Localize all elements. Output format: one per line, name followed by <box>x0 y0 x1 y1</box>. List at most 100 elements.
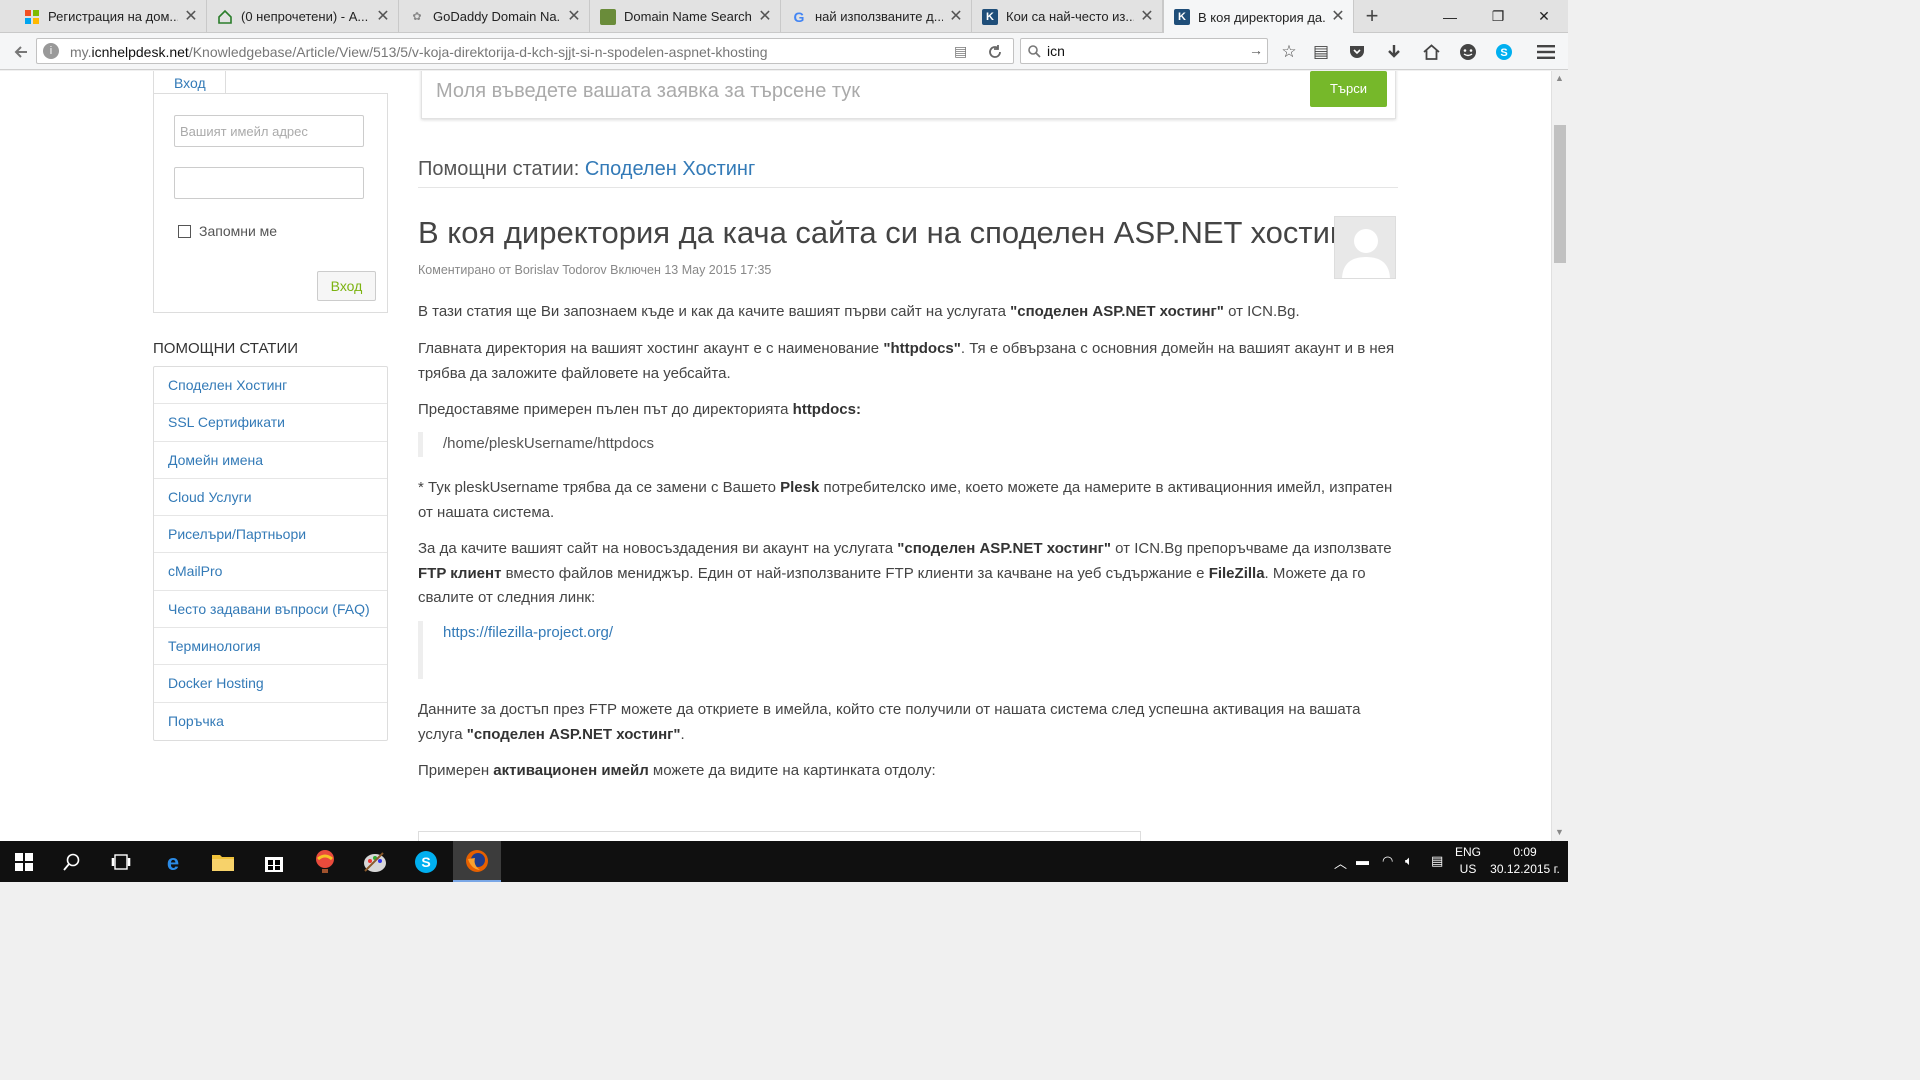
close-icon[interactable]: ✕ <box>758 8 772 24</box>
close-icon[interactable]: ✕ <box>184 8 198 24</box>
sidebar-item-order[interactable]: Поръчка <box>154 703 387 740</box>
filezilla-link[interactable]: https://filezilla-project.org/ <box>443 624 613 641</box>
restore-button[interactable]: ❐ <box>1474 0 1522 33</box>
text: от ICN.Bg. <box>1223 303 1300 320</box>
search-taskbar-button[interactable] <box>48 841 96 882</box>
page-scrollbar[interactable]: ▲ ▼ <box>1551 71 1568 841</box>
bookmark-star-icon[interactable]: ☆ <box>1277 40 1301 64</box>
skype-taskbar-app[interactable]: S <box>402 841 450 882</box>
back-button[interactable] <box>8 39 34 65</box>
close-icon[interactable]: ✕ <box>1331 9 1345 25</box>
sidebar-item-terminology[interactable]: Терминология <box>154 628 387 666</box>
system-clock[interactable]: 0:09 30.12.2015 г. <box>1490 844 1560 878</box>
go-arrow-icon[interactable]: → <box>1249 42 1263 58</box>
scrollbar-thumb[interactable] <box>1554 125 1566 263</box>
bold-text: активационен имейл <box>493 762 649 779</box>
text: вместо файлов мениджър. Един от най-изпо… <box>501 564 1209 582</box>
paint-palette-icon <box>364 851 386 872</box>
downloads-icon[interactable] <box>1382 40 1406 64</box>
browser-tab[interactable]: Регистрация на дом... ✕ <box>14 0 207 33</box>
browser-tab[interactable]: Domain Name Search... ✕ <box>590 0 781 33</box>
firefox-app[interactable] <box>453 841 501 882</box>
menu-icon[interactable] <box>1534 40 1558 64</box>
article-paragraph: За да качите вашият сайт на новосъздаден… <box>418 537 1398 611</box>
volume-icon[interactable]: 🔈︎ <box>1405 853 1413 869</box>
hot-air-balloon-icon <box>316 849 334 873</box>
input-language[interactable]: ENG US <box>1455 844 1481 878</box>
file-explorer-app[interactable] <box>199 841 247 882</box>
article-paragraph: Данните за достъп през FTP можете да отк… <box>418 698 1398 747</box>
article-meta: Коментирано от Borislav Todorov Включен … <box>418 263 772 277</box>
remember-me[interactable]: Запомни ме <box>178 223 277 239</box>
password-field[interactable] <box>174 167 364 199</box>
balloon-app[interactable] <box>301 841 349 882</box>
sidebar-item-shared-hosting[interactable]: Споделен Хостинг <box>154 367 387 405</box>
wifi-icon[interactable]: ◠ <box>1382 853 1393 869</box>
scroll-down-icon[interactable]: ▼ <box>1555 827 1564 837</box>
search-bar[interactable]: icn → <box>1020 38 1268 64</box>
start-button[interactable] <box>0 841 48 882</box>
browser-tab[interactable]: ✿ GoDaddy Domain Na... ✕ <box>399 0 590 33</box>
tab-title: Регистрация на дом... <box>48 9 178 24</box>
browser-tab[interactable]: (0 непрочетени) - А... ✕ <box>207 0 399 33</box>
domain-icon <box>600 8 616 25</box>
sidebar-item-cloud[interactable]: Cloud Услуги <box>154 479 387 517</box>
close-icon[interactable]: ✕ <box>1140 8 1154 24</box>
login-tab[interactable]: Вход <box>153 71 226 94</box>
breadcrumb-prefix: Помощни статии: <box>418 158 580 180</box>
text: В тази статия ще Ви запознаем къде и как… <box>418 303 1011 320</box>
text: Примерен <box>418 762 494 779</box>
sidebar-item-cmailpro[interactable]: cMailPro <box>154 553 387 591</box>
skype-icon[interactable]: S <box>1492 40 1516 64</box>
browser-tab-active[interactable]: K В коя директория да... ✕ <box>1163 0 1354 34</box>
close-icon[interactable]: ✕ <box>949 8 963 24</box>
scroll-up-icon[interactable]: ▲ <box>1555 73 1564 83</box>
path-blockquote: /home/pleskUsername/httpdocs <box>418 432 654 457</box>
address-bar[interactable]: i my.icnhelpdesk.net/Knowledgebase/Artic… <box>36 38 1014 64</box>
email-field[interactable]: Вашият имейл адрес <box>174 115 364 147</box>
search-value: icn <box>1047 43 1065 59</box>
page-content: Вход Вашият имейл адрес Запомни ме Вход … <box>0 71 1551 841</box>
bold-text: "httpdocs" <box>883 340 961 357</box>
bold-text: "споделен ASP.NET хостинг" <box>466 725 681 743</box>
close-icon[interactable]: ✕ <box>567 8 581 24</box>
task-view-button[interactable] <box>97 841 145 882</box>
bold-text: "споделен ASP.NET хостинг" <box>1010 303 1224 320</box>
path-text: /home/pleskUsername/httpdocs <box>443 435 654 452</box>
article-paragraph: * Тук pleskUsername трябва да се замени … <box>418 476 1398 525</box>
reader-view-icon[interactable]: ▤ <box>954 43 967 60</box>
edge-app[interactable]: e <box>149 841 197 882</box>
close-window-button[interactable]: ✕ <box>1520 0 1568 33</box>
store-app[interactable] <box>250 841 298 882</box>
minimize-button[interactable]: — <box>1426 0 1474 33</box>
login-button[interactable]: Вход <box>317 271 376 301</box>
tray-chevron-icon[interactable]: ︿ <box>1334 853 1347 872</box>
pocket-icon[interactable] <box>1345 40 1369 64</box>
sidebar-item-faq[interactable]: Често задавани въпроси (FAQ) <box>154 591 387 629</box>
bookmarks-list-icon[interactable]: ▤ <box>1309 40 1333 64</box>
hello-chat-icon[interactable] <box>1456 40 1480 64</box>
remember-checkbox[interactable] <box>178 224 191 238</box>
sidebar-item-docker[interactable]: Docker Hosting <box>154 665 387 703</box>
kb-search-button[interactable]: Търси <box>1310 71 1387 107</box>
battery-icon[interactable]: ▬ <box>1356 853 1369 868</box>
breadcrumb-category-link[interactable]: Споделен Хостинг <box>585 158 755 180</box>
sidebar-item-domains[interactable]: Домейн имена <box>154 442 387 479</box>
home-button-icon[interactable] <box>1419 40 1443 64</box>
reload-button[interactable] <box>982 39 1008 65</box>
browser-tab[interactable]: G най използваните д... ✕ <box>781 0 972 33</box>
kb-search-input[interactable]: Моля въведете вашата заявка за търсене т… <box>436 80 860 103</box>
notifications-icon[interactable]: ▤ <box>1431 853 1443 869</box>
browser-tab[interactable]: K Кои са най-често из... ✕ <box>972 0 1163 33</box>
lang-region: US <box>1459 862 1477 876</box>
close-icon[interactable]: ✕ <box>376 8 390 24</box>
sidebar-item-resellers[interactable]: Риселъри/Партньори <box>154 516 387 554</box>
text: Главната директория на вашият хостинг ак… <box>418 340 884 357</box>
k-icon: K <box>1174 9 1190 25</box>
globe-icon[interactable]: i <box>43 43 59 59</box>
edge-icon: e <box>167 851 179 873</box>
google-icon: G <box>793 8 805 25</box>
new-tab-button[interactable]: + <box>1358 4 1386 28</box>
sidebar-item-ssl[interactable]: SSL Сертификати <box>154 404 387 442</box>
paint-app[interactable] <box>351 841 399 882</box>
